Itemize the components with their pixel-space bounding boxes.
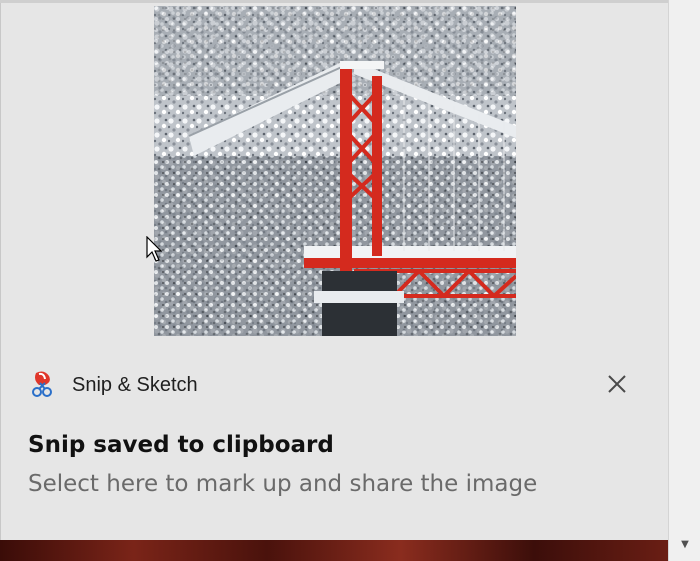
snip-preview-image[interactable] bbox=[154, 6, 516, 336]
close-button[interactable] bbox=[601, 368, 633, 400]
notification-body[interactable]: Select here to mark up and share the ima… bbox=[28, 471, 537, 497]
snip-and-sketch-icon bbox=[32, 371, 52, 397]
desktop-background bbox=[0, 540, 668, 561]
scrollbar[interactable] bbox=[668, 0, 700, 561]
mouse-cursor-icon bbox=[146, 236, 162, 262]
app-name: Snip & Sketch bbox=[72, 374, 198, 396]
notification-app-header: Snip & Sketch bbox=[30, 370, 640, 400]
notification-title: Snip saved to clipboard bbox=[28, 432, 334, 458]
close-icon bbox=[608, 375, 626, 393]
preview-image-svg bbox=[154, 6, 516, 336]
scroll-down-arrow-icon[interactable]: ▼ bbox=[678, 538, 692, 552]
